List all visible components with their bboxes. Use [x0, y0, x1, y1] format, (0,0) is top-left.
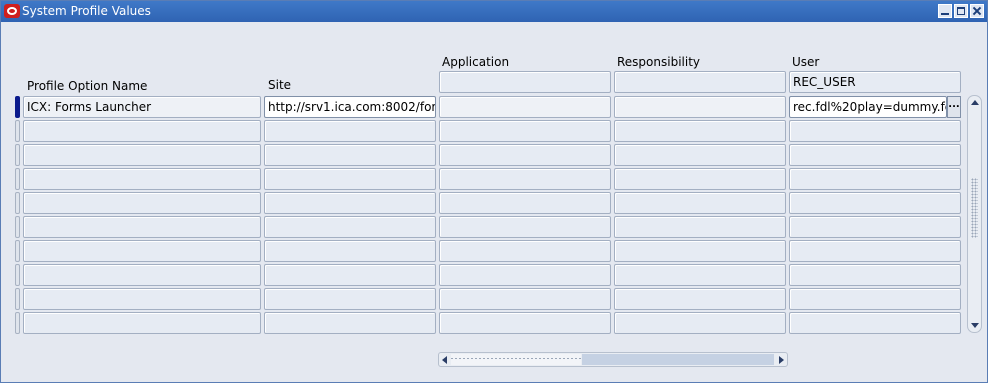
maximize-icon[interactable]	[954, 4, 968, 18]
site-value-field[interactable]	[264, 144, 436, 166]
user-value-field[interactable]	[789, 240, 961, 262]
site-value-field[interactable]: http://srv1.ica.com:8002/form	[264, 96, 436, 118]
profile-option-name-field[interactable]	[23, 120, 261, 142]
user-value-field[interactable]	[789, 192, 961, 214]
site-value-field[interactable]	[264, 240, 436, 262]
scroll-left-icon[interactable]	[442, 356, 447, 364]
responsibility-value-field[interactable]	[614, 192, 786, 214]
scroll-right-icon[interactable]	[779, 356, 784, 364]
row-selector[interactable]	[15, 288, 20, 310]
responsibility-value-field[interactable]	[614, 120, 786, 142]
site-value-field[interactable]	[264, 168, 436, 190]
user-value-field[interactable]	[789, 312, 961, 334]
user-value-field[interactable]	[789, 216, 961, 238]
row-selector[interactable]	[15, 96, 20, 118]
row-selector[interactable]	[15, 192, 20, 214]
responsibility-value-field[interactable]	[614, 216, 786, 238]
row-selector[interactable]	[15, 264, 20, 286]
user-value-field[interactable]	[789, 120, 961, 142]
oracle-logo-icon[interactable]	[4, 4, 20, 18]
header-profile-option-name: Profile Option Name	[27, 79, 148, 93]
row-selector[interactable]	[15, 312, 20, 334]
user-value-field[interactable]	[789, 288, 961, 310]
header-site: Site	[268, 78, 292, 92]
window-title: System Profile Values	[22, 4, 151, 18]
user-value-field[interactable]	[789, 144, 961, 166]
minimize-icon[interactable]	[938, 4, 952, 18]
application-value-field[interactable]	[439, 144, 611, 166]
close-icon[interactable]	[970, 4, 984, 18]
profile-option-name-field[interactable]	[23, 144, 261, 166]
application-value-field[interactable]	[439, 192, 611, 214]
profile-option-name-field[interactable]: ICX: Forms Launcher	[23, 96, 261, 118]
scroll-up-icon[interactable]	[971, 100, 979, 105]
responsibility-value-field[interactable]	[614, 168, 786, 190]
profile-option-name-field[interactable]	[23, 168, 261, 190]
site-value-field[interactable]	[264, 120, 436, 142]
system-profile-values-window: System Profile Values Profile Option Nam…	[0, 0, 988, 383]
header-responsibility: Responsibility	[617, 55, 701, 69]
application-value-field[interactable]	[439, 120, 611, 142]
profile-option-name-field[interactable]	[23, 264, 261, 286]
application-value-field[interactable]	[439, 240, 611, 262]
vertical-scrollbar[interactable]	[967, 95, 982, 333]
row-selector[interactable]	[15, 168, 20, 190]
application-value-field[interactable]	[439, 288, 611, 310]
application-value-field[interactable]	[439, 168, 611, 190]
site-value-field[interactable]	[264, 216, 436, 238]
scroll-thumb[interactable]	[971, 178, 978, 238]
application-value-field[interactable]	[439, 312, 611, 334]
responsibility-value-field[interactable]	[614, 312, 786, 334]
application-value-field[interactable]	[439, 264, 611, 286]
site-value-field[interactable]	[264, 312, 436, 334]
responsibility-value-field[interactable]	[614, 240, 786, 262]
profile-option-name-field[interactable]	[23, 216, 261, 238]
user-context-field[interactable]: REC_USER	[789, 71, 961, 93]
site-value-field[interactable]	[264, 288, 436, 310]
row-selector[interactable]	[15, 120, 20, 142]
row-selector[interactable]	[15, 144, 20, 166]
header-application: Application	[442, 55, 510, 69]
title-bar[interactable]: System Profile Values	[1, 1, 987, 22]
list-of-values-button[interactable]: ...	[947, 96, 961, 118]
horizontal-scrollbar[interactable]	[438, 352, 788, 367]
user-value-field[interactable]	[789, 264, 961, 286]
profile-option-name-field[interactable]	[23, 288, 261, 310]
profile-option-name-field[interactable]	[23, 312, 261, 334]
row-selector[interactable]	[15, 240, 20, 262]
profile-option-name-field[interactable]	[23, 192, 261, 214]
horizontal-scroll-track[interactable]	[582, 354, 774, 365]
application-value-field[interactable]	[439, 96, 611, 118]
user-value-field[interactable]	[789, 168, 961, 190]
header-user: User	[792, 55, 820, 69]
profile-option-name-field[interactable]	[23, 240, 261, 262]
responsibility-context-field[interactable]	[614, 71, 786, 93]
responsibility-value-field[interactable]	[614, 96, 786, 118]
row-selector[interactable]	[15, 216, 20, 238]
user-value-field[interactable]: rec.fdl%20play=dummy.fdl	[789, 96, 947, 118]
horizontal-scroll-thumb[interactable]	[451, 354, 581, 365]
responsibility-value-field[interactable]	[614, 264, 786, 286]
site-value-field[interactable]	[264, 192, 436, 214]
scroll-down-icon[interactable]	[971, 323, 979, 328]
site-value-field[interactable]	[264, 264, 436, 286]
responsibility-value-field[interactable]	[614, 288, 786, 310]
application-context-field[interactable]	[439, 71, 611, 93]
responsibility-value-field[interactable]	[614, 144, 786, 166]
application-value-field[interactable]	[439, 216, 611, 238]
